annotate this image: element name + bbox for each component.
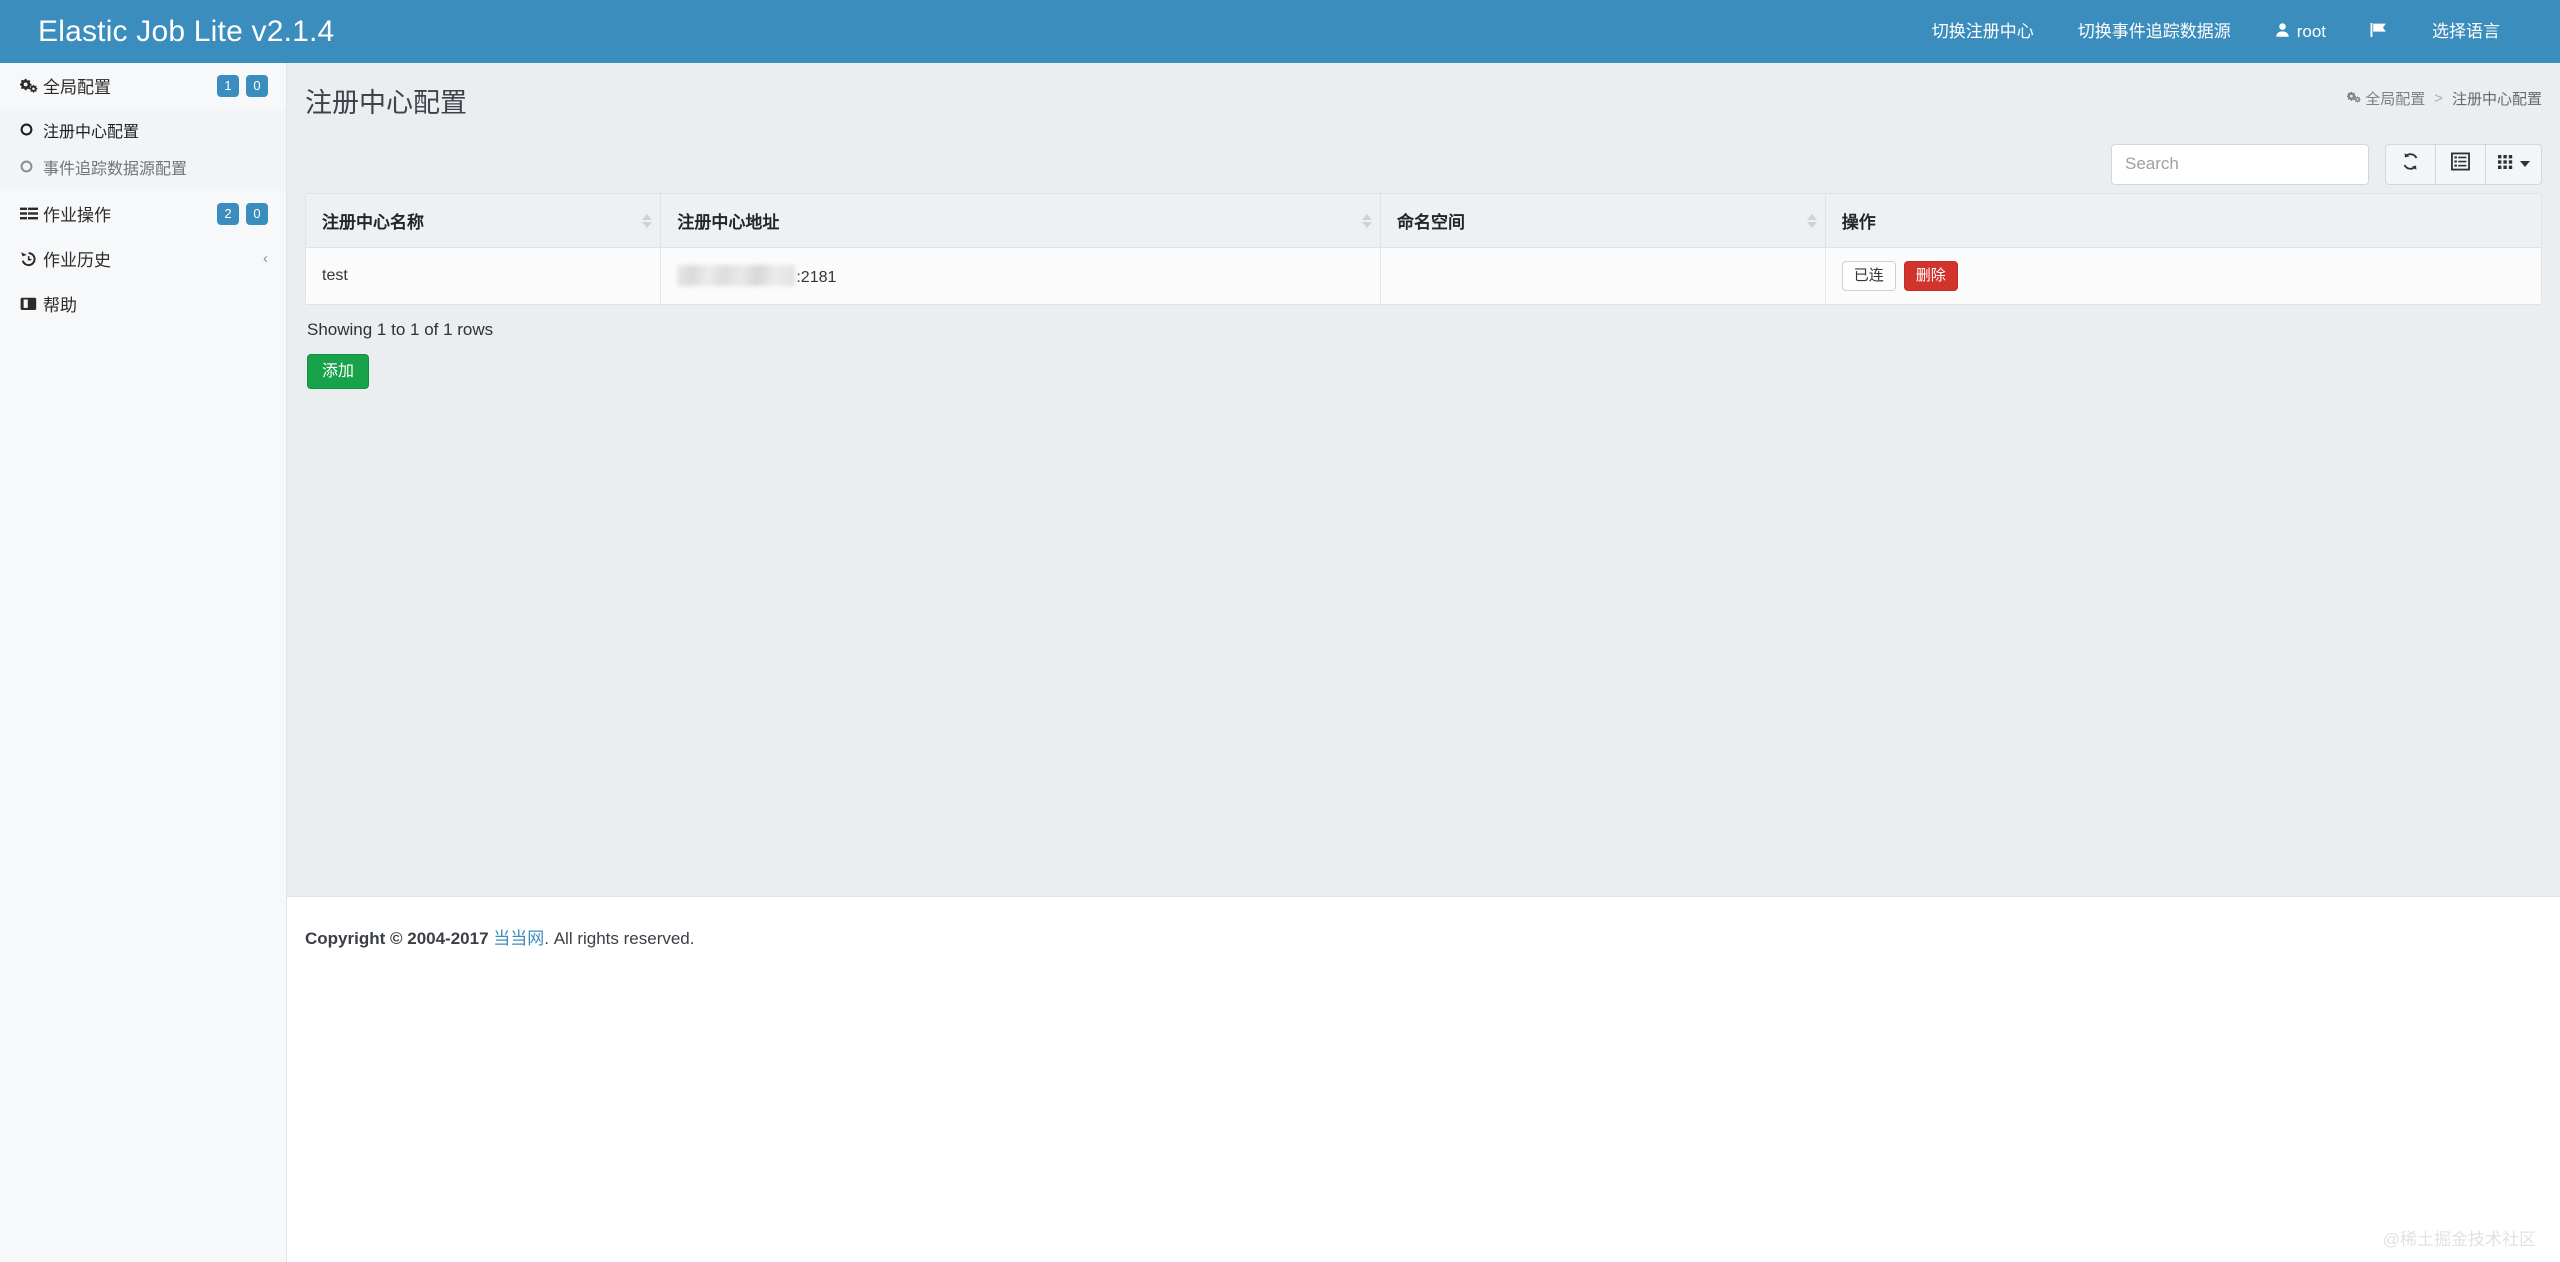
badge-secondary-count: 0 — [246, 75, 268, 97]
watermark-text: @稀土掘金技术社区 — [2383, 1225, 2536, 1250]
page-footer: Copyright © 2004-2017 当当网. All rights re… — [287, 896, 2560, 1262]
sidebar-item-event-trace-datasource-config[interactable]: 事件追踪数据源配置 — [0, 148, 286, 185]
search-input[interactable] — [2111, 144, 2369, 185]
page-title: 注册中心配置 — [305, 81, 467, 120]
breadcrumb: 全局配置 > 注册中心配置 — [2347, 88, 2542, 109]
sidebar-item-job-operation[interactable]: 作业操作 2 0 — [0, 191, 286, 236]
sidebar-item-registry-center-config[interactable]: 注册中心配置 — [0, 111, 286, 148]
column-header-registry-address-label: 注册中心地址 — [677, 213, 779, 232]
history-icon — [20, 251, 43, 267]
sidebar-submenu-global-config: 注册中心配置 事件追踪数据源配置 — [0, 108, 286, 191]
column-header-namespace[interactable]: 命名空间 — [1381, 194, 1826, 248]
sort-icon — [642, 214, 652, 228]
sidebar-item-global-config[interactable]: 全局配置 1 0 — [0, 63, 286, 108]
page-header: 注册中心配置 全局配置 > 注册中心配置 — [287, 63, 2560, 135]
sort-icon — [1362, 214, 1372, 228]
table-head: 注册中心名称 注册中心地址 命名空间 操作 — [306, 194, 2541, 248]
table-container: 注册中心名称 注册中心地址 命名空间 操作 — [287, 135, 2560, 389]
cell-namespace — [1381, 248, 1826, 304]
cell-operation: 已连 删除 — [1826, 248, 2541, 304]
copyright-suffix: . All rights reserved. — [544, 929, 694, 948]
badge-primary-count: 2 — [217, 203, 239, 225]
refresh-button[interactable] — [2385, 144, 2435, 185]
badge-primary-count: 1 — [217, 75, 239, 97]
column-header-namespace-label: 命名空间 — [1397, 213, 1465, 232]
breadcrumb-root[interactable]: 全局配置 — [2347, 88, 2425, 109]
sidebar: 全局配置 1 0 注册中心配置 事件追踪数据源配置 — [0, 63, 287, 1262]
breadcrumb-root-label: 全局配置 — [2365, 88, 2425, 109]
connect-status-button[interactable]: 已连 — [1842, 261, 1896, 291]
sidebar-badges-job-operation: 2 0 — [217, 203, 268, 225]
cogs-icon — [20, 78, 43, 93]
sidebar-item-global-config-label: 全局配置 — [43, 73, 217, 98]
add-button-container: 添加 — [305, 340, 2542, 389]
dangdang-link[interactable]: 当当网 — [493, 929, 544, 948]
copyright-text: Copyright © 2004-2017 当当网. All rights re… — [287, 897, 2560, 949]
app-brand-link[interactable]: Elastic Job Lite v2.1.4 — [0, 0, 334, 63]
tasks-icon — [20, 207, 43, 221]
sidebar-item-job-history-label: 作业历史 — [43, 246, 263, 271]
copyright-prefix: Copyright © 2004-2017 — [305, 929, 493, 948]
top-navbar: Elastic Job Lite v2.1.4 切换注册中心 切换事件追踪数据源… — [0, 0, 2560, 63]
add-button[interactable]: 添加 — [307, 354, 369, 389]
nav-user-menu[interactable]: root — [2253, 0, 2348, 63]
registry-center-table: 注册中心名称 注册中心地址 命名空间 操作 — [305, 193, 2542, 305]
column-header-registry-address[interactable]: 注册中心地址 — [661, 194, 1381, 248]
sidebar-item-help-label: 帮助 — [43, 291, 268, 316]
sidebar-item-help[interactable]: 帮助 — [0, 281, 286, 326]
circle-icon — [20, 160, 43, 173]
cell-registry-address: :2181 — [661, 248, 1381, 304]
list-toggle-icon — [2451, 152, 2470, 176]
sidebar-badges-global-config: 1 0 — [217, 75, 268, 97]
book-icon — [20, 297, 43, 311]
grid-columns-icon — [2497, 153, 2515, 176]
table-toolbar — [305, 135, 2542, 193]
table-body: test :2181 已连 删除 — [306, 248, 2541, 304]
table-row: test :2181 已连 删除 — [306, 248, 2541, 304]
nav-switch-event-trace-datasource[interactable]: 切换事件追踪数据源 — [2056, 0, 2253, 63]
refresh-icon — [2401, 152, 2420, 176]
nav-select-language[interactable]: 选择语言 — [2410, 0, 2522, 63]
toggle-view-button[interactable] — [2435, 144, 2485, 185]
sidebar-item-registry-center-config-label: 注册中心配置 — [43, 118, 139, 142]
column-header-operation: 操作 — [1826, 194, 2541, 248]
column-header-operation-label: 操作 — [1842, 213, 1876, 232]
redacted-address-block — [677, 265, 795, 286]
cogs-icon — [2347, 90, 2361, 107]
chevron-down-icon — [2520, 161, 2530, 167]
rows-info-text: Showing 1 to 1 of 1 rows — [305, 305, 2542, 340]
circle-icon — [20, 123, 43, 136]
nav-select-language-label: 选择语言 — [2432, 0, 2500, 63]
sidebar-item-job-history[interactable]: 作业历史 ‹ — [0, 236, 286, 281]
sidebar-item-job-operation-label: 作业操作 — [43, 201, 217, 226]
table-header-row: 注册中心名称 注册中心地址 命名空间 操作 — [306, 194, 2541, 248]
column-header-registry-name-label: 注册中心名称 — [322, 213, 424, 232]
delete-button[interactable]: 删除 — [1904, 261, 1958, 291]
row-action-buttons: 已连 删除 — [1842, 261, 2525, 291]
sidebar-item-event-trace-datasource-config-label: 事件追踪数据源配置 — [43, 155, 187, 179]
flag-icon — [2370, 22, 2388, 41]
main-content: 注册中心配置 全局配置 > 注册中心配置 — [287, 63, 2560, 896]
nav-user-label: root — [2297, 0, 2326, 63]
breadcrumb-separator: > — [2434, 90, 2443, 107]
sort-icon — [1807, 214, 1817, 228]
nav-switch-registry-label: 切换注册中心 — [1932, 0, 2034, 63]
chevron-left-icon: ‹ — [263, 250, 268, 267]
columns-dropdown-button[interactable] — [2485, 144, 2542, 185]
toolbar-button-group — [2385, 144, 2542, 185]
nav-switch-registry[interactable]: 切换注册中心 — [1910, 0, 2056, 63]
top-nav-links: 切换注册中心 切换事件追踪数据源 root 选择语言 — [1910, 0, 2560, 63]
nav-flag-button[interactable] — [2348, 0, 2410, 63]
badge-secondary-count: 0 — [246, 203, 268, 225]
breadcrumb-current: 注册中心配置 — [2452, 88, 2542, 109]
user-icon — [2275, 22, 2290, 41]
nav-switch-event-trace-datasource-label: 切换事件追踪数据源 — [2078, 0, 2231, 63]
column-header-registry-name[interactable]: 注册中心名称 — [306, 194, 661, 248]
address-port: :2181 — [796, 269, 836, 286]
cell-registry-name: test — [306, 248, 661, 304]
